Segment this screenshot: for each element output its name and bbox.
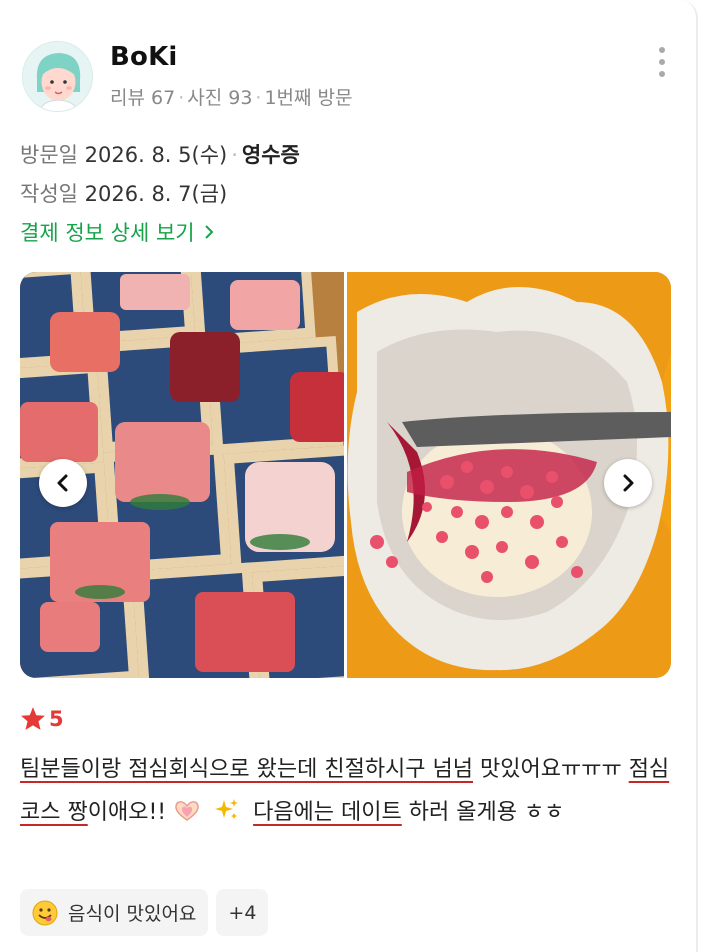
review-count: 리뷰 67 bbox=[110, 87, 176, 109]
review-text-part: 팀분들이랑 점심회식으로 왔는데 친절하시구 넘넘 bbox=[20, 757, 474, 782]
smiley-icon bbox=[32, 900, 58, 925]
payment-detail-link[interactable]: 결제 정보 상세 보기 bbox=[20, 217, 215, 247]
review-text-part: 하러 올게용 ㅎㅎ bbox=[401, 800, 565, 825]
avatar-illustration bbox=[23, 42, 92, 111]
written-date-value: 2026. 8. 7(금) bbox=[84, 182, 228, 206]
sparkles-icon bbox=[215, 799, 239, 819]
tag-more-count: +4 bbox=[228, 901, 257, 924]
user-stats: 리뷰 67 · 사진 93 · 1번째 방문 bbox=[110, 83, 353, 110]
star-icon bbox=[21, 707, 45, 730]
review-card: BoKi 리뷰 67 · 사진 93 · 1번째 방문 방문일 2026. 8. 5(수… bbox=[0, 0, 698, 952]
written-date-label: 작성일 bbox=[20, 182, 78, 206]
photo-count: 사진 93 bbox=[187, 87, 253, 109]
gallery-prev-button[interactable] bbox=[39, 459, 87, 507]
username[interactable]: BoKi bbox=[110, 42, 178, 72]
review-text-part: 맛있어요ㅠㅠㅠ bbox=[473, 757, 629, 782]
chevron-left-icon bbox=[57, 474, 68, 492]
gallery-next-button[interactable] bbox=[604, 459, 652, 507]
payment-detail-label: 결제 정보 상세 보기 bbox=[20, 221, 195, 245]
visit-count: 1번째 방문 bbox=[264, 87, 353, 109]
rating: 5 bbox=[20, 706, 64, 731]
receipt-badge: 영수증 bbox=[241, 143, 300, 167]
tag-more-button[interactable]: +4 bbox=[216, 889, 269, 936]
chevron-right-icon bbox=[205, 225, 214, 239]
visit-date-row: 방문일 2026. 8. 5(수) · 영수증 bbox=[20, 139, 300, 169]
review-tags: 음식이 맛있어요 +4 bbox=[20, 889, 269, 936]
visit-date-value: 2026. 8. 5(수) bbox=[84, 143, 228, 167]
review-text: 팀분들이랑 점심회식으로 왔는데 친절하시구 넘넘 맛있어요ㅠㅠㅠ 점심코스 짱… bbox=[20, 748, 680, 834]
separator-dot: · bbox=[231, 143, 238, 167]
more-vertical-icon[interactable] bbox=[652, 45, 672, 79]
photo-gallery[interactable] bbox=[20, 272, 671, 678]
visit-date-label: 방문일 bbox=[20, 143, 78, 167]
separator-dot: · bbox=[255, 87, 262, 109]
tag-food-tasty[interactable]: 음식이 맛있어요 bbox=[20, 889, 209, 936]
chevron-right-icon bbox=[623, 474, 634, 492]
review-text-part: 이애오!! bbox=[87, 800, 167, 825]
avatar[interactable] bbox=[22, 41, 93, 112]
tag-label: 음식이 맛있어요 bbox=[68, 903, 197, 925]
heart-hands-icon bbox=[175, 801, 199, 821]
written-date-row: 작성일 2026. 8. 7(금) bbox=[20, 178, 227, 208]
rating-score: 5 bbox=[49, 706, 64, 731]
separator-dot: · bbox=[178, 87, 185, 109]
review-text-part: 다음에는 데이트 bbox=[253, 800, 402, 825]
